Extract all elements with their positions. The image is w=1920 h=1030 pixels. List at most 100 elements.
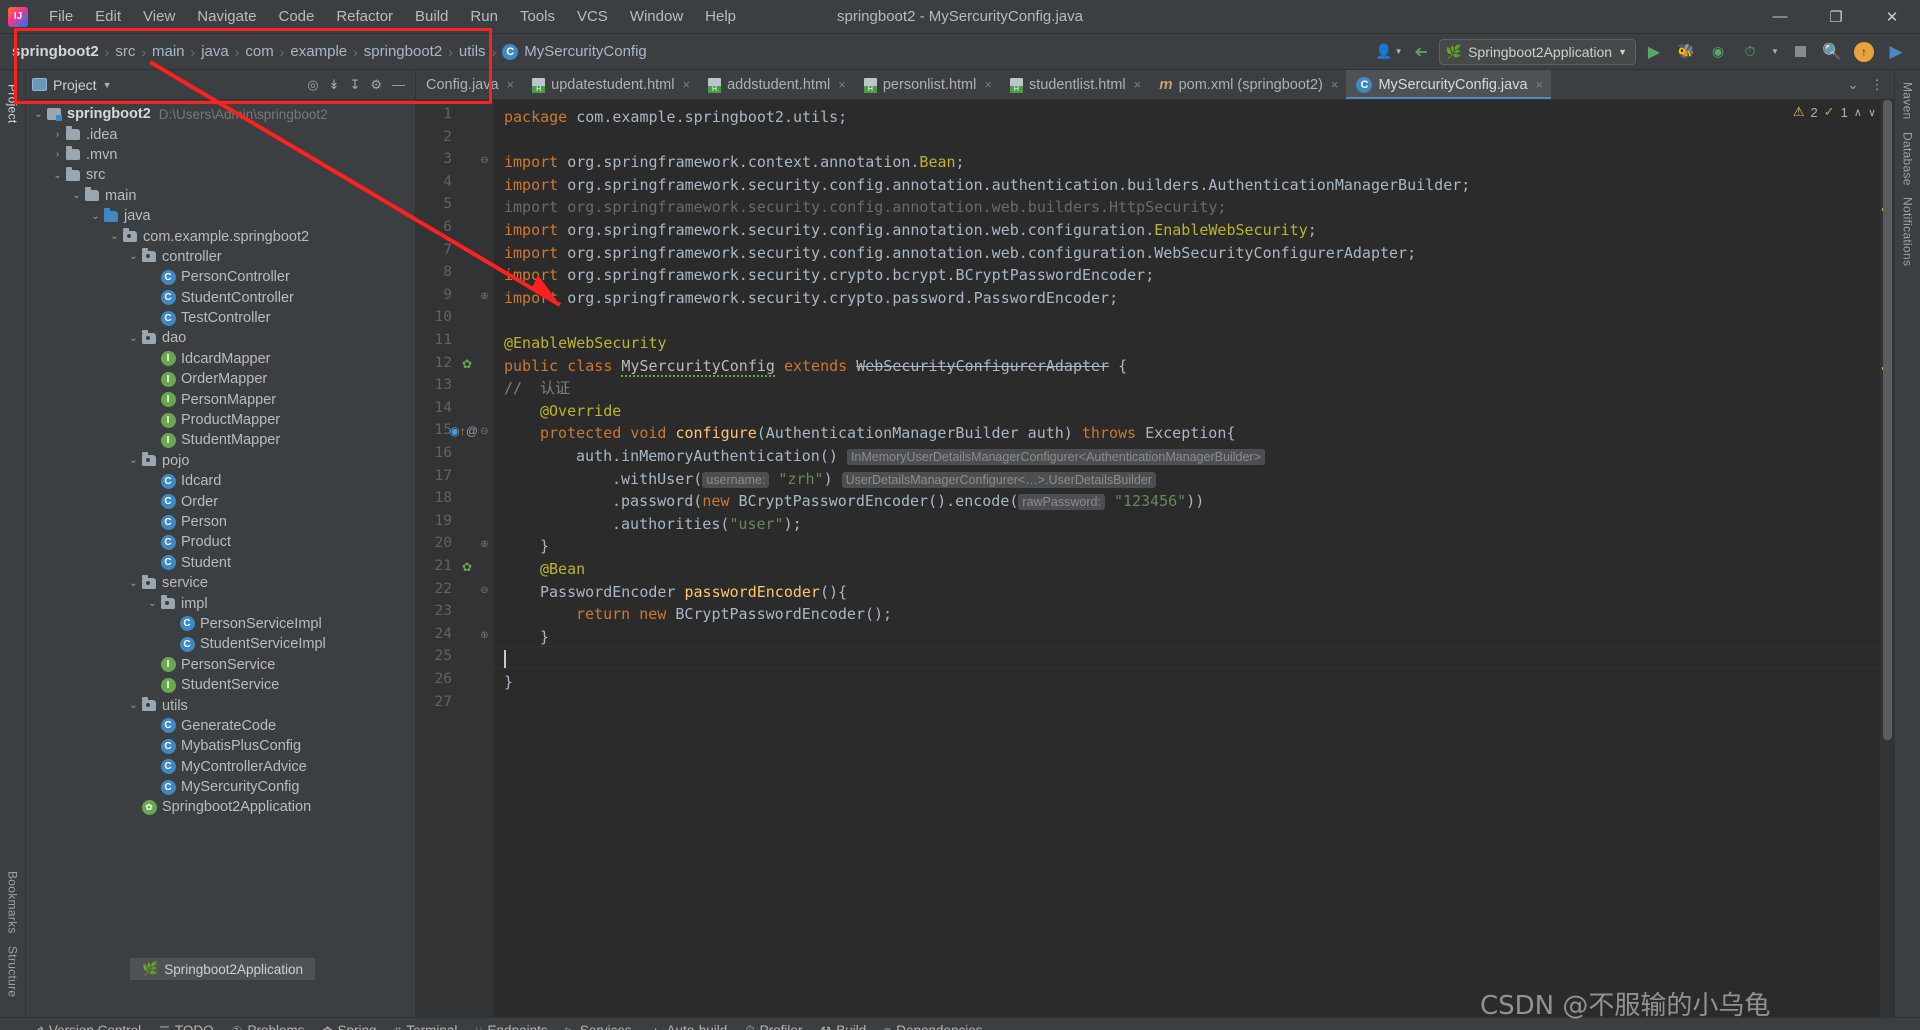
tree-node-mycontrolleradvice[interactable]: ›CMyControllerAdvice [26,757,415,777]
tree-node-com-example-springboot2[interactable]: ⌄ com.example.springboot2 [26,226,415,246]
editor-tab-studentlist-html[interactable]: studentlist.html × [1000,70,1149,99]
run-with-coverage-icon[interactable]: ◉ [1704,39,1732,65]
code-line[interactable]: import org.springframework.security.cryp… [504,287,1118,310]
collapse-all-icon[interactable]: ↡ [329,77,340,93]
sidebar-tab-bookmarks[interactable]: Bookmarks [4,865,22,940]
run-configuration-selector[interactable]: 🌿 Springboot2Application ▼ [1438,38,1636,65]
user-account-icon[interactable]: 👤 ▼ [1375,39,1403,65]
code-fold-marker[interactable]: ⊕ [479,539,490,550]
tree-node-student[interactable]: ›CStudent [26,553,415,573]
chevron-down-icon[interactable]: ⌄ [108,231,121,242]
tool-window-spring[interactable]: ✿ Spring [322,1023,376,1030]
code-line[interactable]: import org.springframework.security.conf… [504,242,1416,265]
menu-tools[interactable]: Tools [509,4,566,29]
code-line[interactable]: // 认证 [504,377,570,400]
bean-icon[interactable]: ✿ [462,560,472,574]
close-icon[interactable]: ✕ [1864,0,1920,34]
chevron-down-icon[interactable]: ⌄ [70,190,83,201]
code-line[interactable]: } [504,671,513,694]
tool-window-endpoints[interactable]: ⑂ Endpoints [475,1023,547,1030]
tree-node-testcontroller[interactable]: ›CTestController [26,308,415,328]
editor-tab-pom-xml--springboot2-[interactable]: m pom.xml (springboot2) × [1149,70,1346,99]
chevron-right-icon[interactable]: › [51,149,64,160]
override-method-icon[interactable]: ◉↑@ [449,424,478,438]
tool-window-version-control[interactable]: ⎇ Version Control [30,1023,141,1030]
breadcrumb-item-springboot2[interactable]: springboot2 [364,43,442,60]
sidebar-tab-structure[interactable]: Structure [4,940,22,1003]
code-line[interactable]: import org.springframework.security.conf… [504,174,1470,197]
breadcrumb-item-example[interactable]: example [290,43,347,60]
debug-bug-icon[interactable]: 🐝 [1672,39,1700,65]
editor-tab-updatestudent-html[interactable]: updatestudent.html × [522,70,698,99]
code-line[interactable]: protected void configure(AuthenticationM… [504,422,1235,445]
chevron-down-icon[interactable]: ⌄ [127,578,140,589]
menu-help[interactable]: Help [694,4,747,29]
tool-window-dependencies[interactable]: ≡ Dependencies [884,1023,982,1030]
close-tab-icon[interactable]: × [682,77,690,92]
code-line[interactable]: .authorities("user"); [504,513,802,536]
code-line[interactable]: @Bean [504,558,585,581]
tool-window-auto-build[interactable]: ▲ Auto-build [650,1023,728,1030]
menu-run[interactable]: Run [459,4,509,29]
tree-node--idea[interactable]: › .idea [26,124,415,144]
close-tab-icon[interactable]: × [838,77,846,92]
menu-view[interactable]: View [132,4,186,29]
menu-build[interactable]: Build [404,4,459,29]
update-project-icon[interactable]: ↑ [1850,39,1878,65]
tree-node-idcard[interactable]: ›CIdcard [26,471,415,491]
tree-node-productmapper[interactable]: ›IProductMapper [26,410,415,430]
tree-node-service[interactable]: ⌄ service [26,573,415,593]
close-tab-icon[interactable]: × [1536,77,1544,92]
profiler-dropdown-icon[interactable]: ▼ [1768,39,1782,65]
tree-node-mysercurityconfig[interactable]: ›CMySercurityConfig [26,777,415,797]
code-line[interactable]: return new BCryptPasswordEncoder(); [504,603,892,626]
breadcrumb-item-main[interactable]: main [152,43,185,60]
inspection-widget[interactable]: ⚠ 2 ✓ 1 ∧ ∨ [1793,104,1876,120]
editor-tab-config-java[interactable]: Config.java × [416,70,522,99]
tree-node-order[interactable]: ›COrder [26,491,415,511]
tool-window-terminal[interactable]: ⌗ Terminal [395,1023,458,1030]
editor-tab-addstudent-html[interactable]: addstudent.html × [698,70,854,99]
tool-window-problems[interactable]: ① Problems [232,1023,305,1030]
tree-node-personcontroller[interactable]: ›CPersonController [26,267,415,287]
chevron-down-icon[interactable]: ⌄ [127,333,140,344]
sidebar-tab-maven[interactable]: Maven [1899,76,1917,126]
minimize-icon[interactable]: — [1752,0,1808,34]
menu-navigate[interactable]: Navigate [186,4,267,29]
chevron-right-icon[interactable]: › [51,129,64,140]
tree-node-controller[interactable]: ⌄ controller [26,247,415,267]
editor-tab-personlist-html[interactable]: personlist.html × [854,70,1000,99]
tool-window-build[interactable]: ⚒ Build [820,1023,866,1030]
ide-features-icon[interactable]: ▶ [1882,39,1910,65]
code-line[interactable]: import org.springframework.context.annot… [504,151,965,174]
tree-node-src[interactable]: ⌄ src [26,165,415,185]
code-fold-marker[interactable]: ⊖ [479,585,490,596]
editor-gutter[interactable]: 1 2 3 ⊖ 4 5 6 7 8 9 ⊕ 10 11 12 ✿ 13 14 15 ◉↑@ ⊖ 16 17 18 19 20 ⊕ 2… [416,100,494,1017]
tree-node-studentmapper[interactable]: ›IStudentMapper [26,430,415,450]
tree-node-generatecode[interactable]: ›CGenerateCode [26,716,415,736]
error-stripe-scrollbar[interactable] [1880,100,1894,1017]
code-line[interactable]: import org.springframework.security.conf… [504,196,1226,219]
tree-node-main[interactable]: ⌄ main [26,186,415,206]
tree-node-utils[interactable]: ⌄ utils [26,695,415,715]
code-content[interactable]: package com.example.springboot2.utils; im… [494,100,1880,1017]
settings-gear-icon[interactable]: ⚙ [370,77,382,93]
tree-node-dao[interactable]: ⌄ dao [26,328,415,348]
code-line[interactable]: public class MySercurityConfig extends W… [504,355,1127,378]
chevron-down-icon[interactable]: ⌄ [1842,77,1864,93]
chevron-down-icon[interactable]: ⌄ [89,211,102,222]
code-line[interactable]: .password(new BCryptPasswordEncoder().en… [504,490,1204,514]
prev-problem-icon[interactable]: ∧ [1854,106,1862,119]
expand-icon[interactable]: ↧ [349,77,360,93]
profiler-icon[interactable]: ⏱ [1736,39,1764,65]
tree-node--mvn[interactable]: › .mvn [26,145,415,165]
stop-square-icon[interactable] [1786,39,1814,65]
chevron-down-icon[interactable]: ⌄ [127,455,140,466]
code-line[interactable]: PasswordEncoder passwordEncoder(){ [504,581,847,604]
sidebar-tab-project[interactable]: Project [4,78,22,129]
sidebar-tab-database[interactable]: Database [1899,126,1917,192]
tree-node-impl[interactable]: ⌄ impl [26,593,415,613]
code-line[interactable]: package com.example.springboot2.utils; [504,106,847,129]
breadcrumb-item-src[interactable]: src [115,43,135,60]
code-line[interactable]: @EnableWebSecurity [504,332,667,355]
